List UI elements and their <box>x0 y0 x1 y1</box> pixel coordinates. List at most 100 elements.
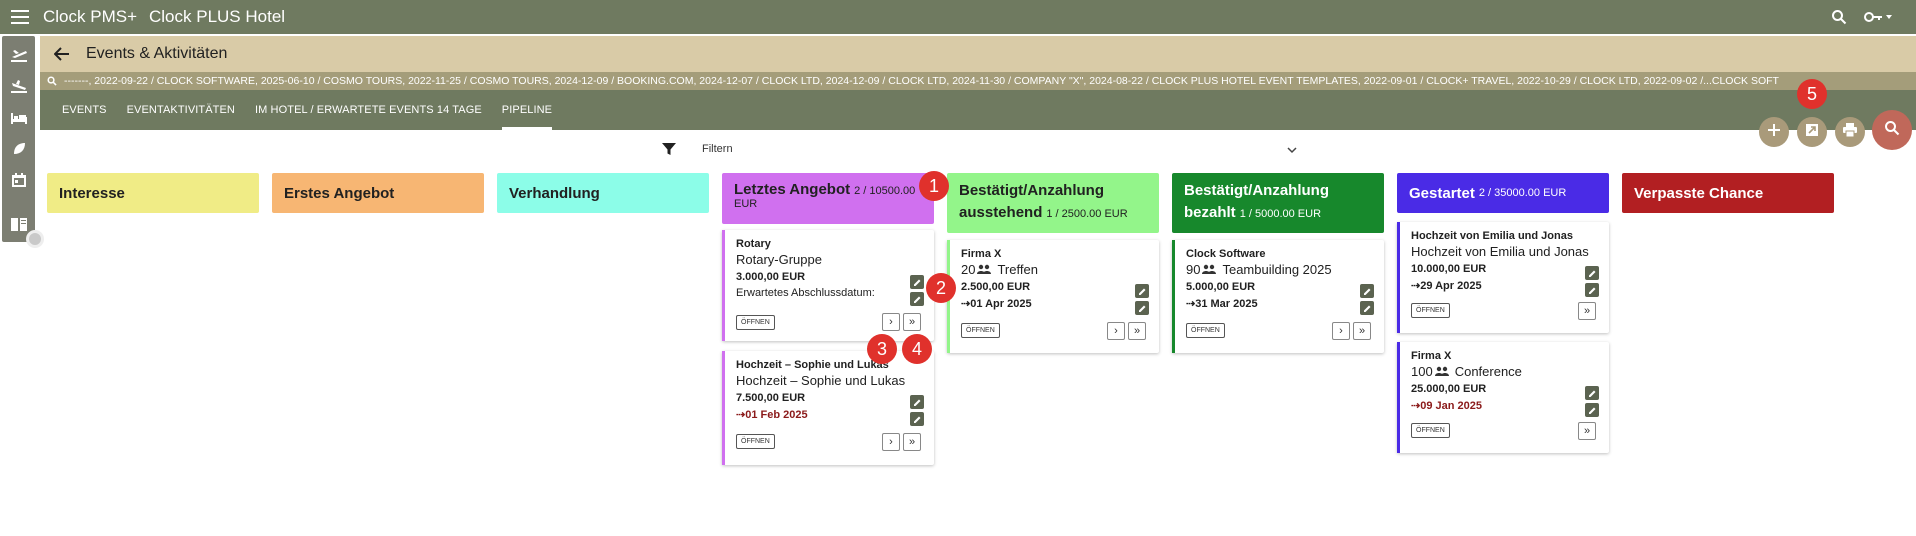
tab-in-hotel-expected[interactable]: IM HOTEL / ERWARTETE EVENTS 14 TAGE <box>245 90 492 130</box>
print-icon <box>1842 122 1858 142</box>
annotation-marker-3: 3 <box>867 334 897 364</box>
event-card-hochzeit-sophie-lukas[interactable]: Hochzeit – Sophie und Lukas Hochzeit – S… <box>722 351 934 465</box>
menu-icon[interactable] <box>0 0 40 34</box>
breadcrumb-item[interactable]: CLOCK LTD, 2022-09-02 /...CLOCK SOFT <box>1580 75 1779 87</box>
chevron-right-icon[interactable]: › <box>1332 322 1350 340</box>
calendar-icon[interactable] <box>6 167 32 193</box>
card-date: ⇢09 Jan 2025 <box>1411 400 1482 412</box>
column-title-2: ausstehend <box>959 204 1043 221</box>
search-icon[interactable] <box>40 76 64 86</box>
event-card-hochzeit-emilia-jonas[interactable]: Hochzeit von Emilia und Jonas Hochzeit v… <box>1397 222 1609 333</box>
card-date-value: 01 Feb 2025 <box>745 409 808 421</box>
breadcrumb-item[interactable]: CLOCK LTD, 2024-12-09 / <box>762 75 886 87</box>
breadcrumb-item[interactable]: CLOCK LTD, 2024-11-30 / <box>888 75 1011 87</box>
breadcrumb-item[interactable]: CLOCK SOFTWARE, 2025-06-10 / <box>157 75 321 87</box>
column-title-2: bezahlt <box>1184 204 1236 221</box>
card-stripe <box>1172 240 1175 353</box>
chevron-right-icon[interactable]: › <box>1107 322 1125 340</box>
card-title: Clock Software <box>1186 248 1266 260</box>
open-button[interactable]: ÖFFNEN <box>736 315 775 330</box>
rail-toggle-icon[interactable] <box>26 230 44 248</box>
bed-icon[interactable] <box>6 105 32 131</box>
chevron-down-icon[interactable] <box>1286 143 1298 155</box>
tab-pipeline[interactable]: PIPELINE <box>492 90 562 130</box>
tab-events[interactable]: EVENTS <box>52 90 117 130</box>
chevron-right-icon[interactable]: › <box>882 313 900 331</box>
search-icon[interactable] <box>1822 0 1856 34</box>
edit-icon[interactable] <box>1135 301 1149 315</box>
export-button[interactable] <box>1797 117 1827 147</box>
double-chevron-right-icon[interactable]: » <box>903 433 921 451</box>
print-button[interactable] <box>1835 117 1865 147</box>
edit-icon[interactable] <box>1585 403 1599 417</box>
edit-icon[interactable] <box>1585 283 1599 297</box>
edit-icon[interactable] <box>910 395 924 409</box>
column-header-missed: Verpasste Chance <box>1622 173 1834 213</box>
key-icon[interactable] <box>1856 0 1900 34</box>
edit-icon[interactable] <box>1135 284 1149 298</box>
flight-departure-icon[interactable] <box>6 42 32 68</box>
double-chevron-right-icon[interactable]: » <box>1578 422 1596 440</box>
chevron-right-icon[interactable]: › <box>882 433 900 451</box>
search-icon <box>1884 120 1900 141</box>
column-header-negotiation: Verhandlung <box>497 173 709 213</box>
card-amount: 5.000,00 EUR <box>1186 281 1256 293</box>
breadcrumb-item[interactable]: COMPANY "X", 2024-08-22 / <box>1014 75 1149 87</box>
card-subtitle: 100 Conference <box>1411 364 1597 379</box>
breadcrumb-item[interactable]: BOOKING.COM, 2024-12-07 / <box>617 75 759 87</box>
edit-icon[interactable] <box>910 275 924 289</box>
column-count: 2 / 35000.00 EUR <box>1478 187 1567 199</box>
breadcrumb-item[interactable]: CLOCK+ TRAVEL, 2022-10-29 / <box>1426 75 1576 87</box>
double-chevron-right-icon[interactable]: » <box>903 313 921 331</box>
edit-icon[interactable] <box>1360 284 1374 298</box>
search-button[interactable] <box>1872 110 1912 150</box>
column-title: Verpasste Chance <box>1634 184 1764 202</box>
double-chevron-right-icon[interactable]: » <box>1578 302 1596 320</box>
open-button[interactable]: ÖFFNEN <box>961 323 1000 338</box>
annotation-marker-1: 1 <box>919 171 949 201</box>
card-subtitle: Hochzeit – Sophie und Lukas <box>736 373 906 388</box>
filter-select[interactable]: Filtern <box>702 138 1300 160</box>
column-header-confirmed-pending: Bestätigt/Anzahlung ausstehend 1 / 2500.0… <box>947 173 1159 233</box>
card-stripe <box>1397 342 1400 453</box>
card-stripe <box>1397 222 1400 333</box>
card-title: Hochzeit von Emilia und Jonas <box>1411 230 1573 242</box>
people-icon <box>1202 262 1217 277</box>
edit-icon[interactable] <box>910 292 924 306</box>
leaf-icon[interactable] <box>6 136 32 162</box>
column-title: Bestätigt/Anzahlung <box>959 182 1104 199</box>
arrow-back-icon[interactable] <box>40 36 84 72</box>
add-button[interactable] <box>1759 117 1789 147</box>
double-chevron-right-icon[interactable]: » <box>1353 322 1371 340</box>
tab-bar: EVENTS EVENTAKTIVITÄTEN IM HOTEL / ERWAR… <box>40 90 1916 130</box>
flight-arrival-icon[interactable] <box>6 73 32 99</box>
event-card-rotary[interactable]: Rotary Rotary-Gruppe 3.000,00 EUR Erwart… <box>722 230 934 341</box>
edit-icon[interactable] <box>910 412 924 426</box>
hotel-name[interactable]: Clock PLUS Hotel <box>149 7 285 27</box>
open-button[interactable]: ÖFFNEN <box>1186 323 1225 338</box>
column-title: Bestätigt/Anzahlung <box>1184 182 1329 199</box>
recent-events-breadcrumb: -------, 2022-09-22 / CLOCK SOFTWARE, 20… <box>40 72 1916 90</box>
edit-icon[interactable] <box>1585 266 1599 280</box>
open-button[interactable]: ÖFFNEN <box>1411 423 1450 438</box>
double-chevron-right-icon[interactable]: » <box>1128 322 1146 340</box>
tab-event-activities[interactable]: EVENTAKTIVITÄTEN <box>117 90 245 130</box>
column-title: Gestartet <box>1409 184 1475 202</box>
open-button[interactable]: ÖFFNEN <box>736 434 775 449</box>
breadcrumb-item[interactable]: COSMO TOURS, 2024-12-09 / <box>470 75 614 87</box>
breadcrumb-item[interactable]: COSMO TOURS, 2022-11-25 / <box>323 75 467 87</box>
event-card-firma-x[interactable]: Firma X 20 Treffen 2.500,00 EUR ⇢01 Apr … <box>947 240 1159 353</box>
card-date-value: 31 Mar 2025 <box>1195 298 1258 310</box>
card-amount: 10.000,00 EUR <box>1411 263 1487 275</box>
edit-icon[interactable] <box>1585 386 1599 400</box>
event-card-clock-software[interactable]: Clock Software 90 Teambuilding 2025 5.00… <box>1172 240 1384 353</box>
column-title: Erstes Angebot <box>284 184 395 202</box>
card-date: ⇢31 Mar 2025 <box>1186 298 1258 310</box>
card-subtitle: 90 Teambuilding 2025 <box>1186 262 1372 277</box>
open-button[interactable]: ÖFFNEN <box>1411 303 1450 318</box>
event-card-firma-x-conference[interactable]: Firma X 100 Conference 25.000,00 EUR ⇢09… <box>1397 342 1609 453</box>
breadcrumb-item[interactable]: -------, 2022-09-22 / <box>64 75 154 87</box>
breadcrumb-item[interactable]: CLOCK PLUS HOTEL EVENT TEMPLATES, 2022-0… <box>1152 75 1424 87</box>
add-icon <box>1767 123 1781 142</box>
edit-icon[interactable] <box>1360 301 1374 315</box>
